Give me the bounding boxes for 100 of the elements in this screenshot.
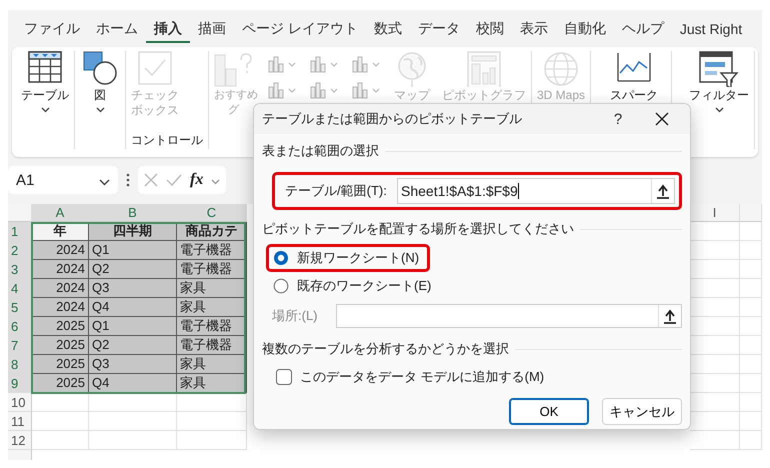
chart-icon xyxy=(310,81,340,99)
section-heading: 表または範囲の選択 xyxy=(262,142,379,160)
row-header[interactable]: 5 xyxy=(8,298,32,317)
table-cell[interactable]: 家具 xyxy=(177,298,247,317)
table-cell[interactable]: Q4 xyxy=(89,374,177,393)
table-cell[interactable]: 家具 xyxy=(177,355,247,374)
table-cell[interactable] xyxy=(177,431,247,450)
chart-icon xyxy=(310,55,340,73)
row-header[interactable]: 8 xyxy=(8,355,32,374)
help-button[interactable]: ? xyxy=(596,104,640,134)
table-cell[interactable] xyxy=(32,412,89,431)
table-cell[interactable] xyxy=(32,393,89,412)
table-cell[interactable]: 2025 xyxy=(32,336,89,355)
table-cell[interactable] xyxy=(740,317,762,336)
table-cell[interactable] xyxy=(89,412,177,431)
table-cell[interactable] xyxy=(89,393,177,412)
table-cell[interactable]: Q4 xyxy=(89,298,177,317)
cancel-button[interactable]: キャンセル xyxy=(602,398,682,425)
close-icon xyxy=(144,173,158,187)
table-cell[interactable]: 2024 xyxy=(32,260,89,279)
row-header[interactable]: 6 xyxy=(8,317,32,336)
row-header[interactable]: 4 xyxy=(8,279,32,298)
table-cell[interactable] xyxy=(740,260,762,279)
select-all-corner[interactable] xyxy=(8,204,32,222)
menu-tab[interactable]: Just Right xyxy=(672,16,750,42)
table-cell[interactable] xyxy=(740,431,762,450)
column-header[interactable]: A xyxy=(32,204,89,222)
table-cell[interactable] xyxy=(740,393,762,412)
table-cell[interactable]: 電子機器 xyxy=(177,317,247,336)
row-header[interactable]: 2 xyxy=(8,241,32,260)
table-cell[interactable] xyxy=(32,431,89,450)
cell-reference: A1 xyxy=(16,172,34,188)
menu-tab[interactable]: 挿入 xyxy=(146,16,190,42)
function-label[interactable]: fx xyxy=(190,171,204,189)
row-header[interactable]: 11 xyxy=(8,412,32,431)
menu-tab[interactable]: 表示 xyxy=(512,16,556,42)
table-cell[interactable]: 2025 xyxy=(32,355,89,374)
column-header[interactable]: B xyxy=(89,204,177,222)
menu-tab[interactable]: ヘルプ xyxy=(614,16,672,42)
radio-option[interactable]: 既存のワークシート(E) xyxy=(273,277,432,295)
radio-option[interactable]: 新規ワークシート(N) xyxy=(273,249,420,267)
row-header[interactable]: 12 xyxy=(8,431,32,450)
table-cell[interactable] xyxy=(177,412,247,431)
table-cell[interactable]: Q1 xyxy=(89,241,177,260)
ribbon-label: おすすめ xyxy=(214,88,258,103)
column-header[interactable]: I xyxy=(690,204,740,222)
name-box[interactable]: A1 xyxy=(8,166,118,194)
column-header[interactable] xyxy=(740,204,762,222)
table-cell[interactable]: 2024 xyxy=(32,241,89,260)
section-heading: ピボットテーブルを配置する場所を選択してください xyxy=(262,220,574,238)
table-cell[interactable]: 家具 xyxy=(177,374,247,393)
ok-button[interactable]: OK xyxy=(509,398,589,425)
menu-tab[interactable]: データ xyxy=(410,16,468,42)
table-cell[interactable]: 2024 xyxy=(32,279,89,298)
column-header[interactable]: C xyxy=(177,204,247,222)
ribbon-label: マップ xyxy=(394,88,430,103)
table-cell[interactable]: Q1 xyxy=(89,317,177,336)
table-cell[interactable] xyxy=(89,431,177,450)
table-cell[interactable] xyxy=(740,336,762,355)
table-cell[interactable]: 2024 xyxy=(32,298,89,317)
row-header[interactable]: 9 xyxy=(8,374,32,393)
menu-tab[interactable]: 描画 xyxy=(190,16,234,42)
menu-tab[interactable]: ホーム xyxy=(88,16,146,42)
table-cell[interactable]: Q2 xyxy=(89,336,177,355)
menu-tab[interactable]: ページ レイアウト xyxy=(234,16,366,42)
row-header[interactable]: 1 xyxy=(8,222,32,241)
chart-icon xyxy=(352,81,382,99)
table-cell[interactable] xyxy=(177,393,247,412)
table-cell[interactable] xyxy=(740,298,762,317)
menu-tab[interactable]: 数式 xyxy=(366,16,410,42)
table-cell[interactable]: 電子機器 xyxy=(177,241,247,260)
table-cell[interactable]: 電子機器 xyxy=(177,260,247,279)
ribbon-label: ボックス xyxy=(131,103,179,118)
ribbon-label: チェック xyxy=(131,88,179,103)
bar-chart-icon xyxy=(214,51,254,87)
menu-tab[interactable]: 校閲 xyxy=(468,16,512,42)
table-cell[interactable]: 2025 xyxy=(32,317,89,336)
table-cell[interactable]: Q3 xyxy=(89,355,177,374)
row-header[interactable]: 3 xyxy=(8,260,32,279)
table-cell[interactable]: Q3 xyxy=(89,279,177,298)
table-cell[interactable]: 電子機器 xyxy=(177,336,247,355)
row-header[interactable]: 10 xyxy=(8,393,32,412)
caret-icon xyxy=(211,179,220,185)
checkbox-icon xyxy=(138,51,172,85)
table-cell[interactable]: 2025 xyxy=(32,374,89,393)
table-cell[interactable] xyxy=(740,279,762,298)
table-cell[interactable] xyxy=(740,355,762,374)
ribbon-label: フィルター xyxy=(689,88,750,103)
table-cell[interactable]: Q2 xyxy=(89,260,177,279)
menu-tab[interactable]: ファイル xyxy=(16,16,88,42)
table-cell[interactable] xyxy=(740,241,762,260)
table-cell[interactable] xyxy=(740,412,762,431)
table-cell[interactable] xyxy=(740,374,762,393)
checkbox-option[interactable]: このデータをデータ モデルに追加する(M) xyxy=(276,368,682,386)
filter-icon xyxy=(699,51,740,87)
table-cell[interactable] xyxy=(690,431,740,450)
menu-tab[interactable]: 自動化 xyxy=(556,16,614,42)
row-header[interactable]: 7 xyxy=(8,336,32,355)
table-cell[interactable]: 家具 xyxy=(177,279,247,298)
table-cell[interactable] xyxy=(740,222,762,241)
